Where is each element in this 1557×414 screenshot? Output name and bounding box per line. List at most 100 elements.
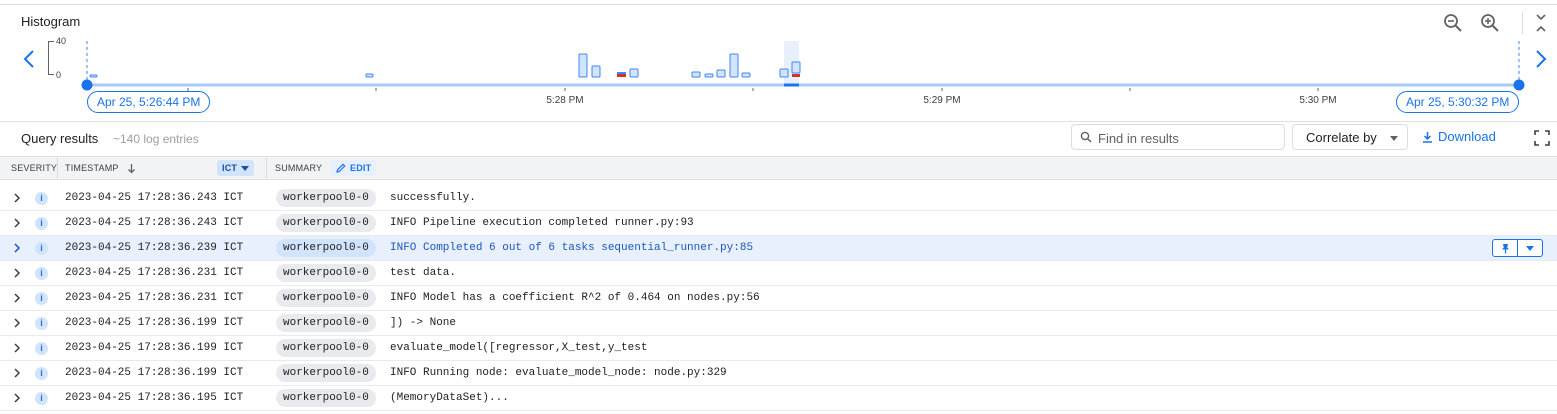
table-row[interactable]: i 2023-04-25 17:28:36.195 ICT workerpool… [0, 386, 1557, 411]
histogram-bar[interactable] [591, 65, 601, 78]
log-message: INFO Pipeline execution completed runner… [390, 217, 694, 229]
range-end-pill[interactable]: Apr 25, 5:30:32 PM [1396, 91, 1520, 113]
source-chip[interactable]: workerpool0-0 [276, 214, 376, 232]
table-row-selected[interactable]: i 2023-04-25 17:28:36.239 ICT workerpool… [0, 236, 1557, 261]
info-severity-icon: i [35, 342, 48, 355]
source-chip[interactable]: workerpool0-0 [276, 389, 376, 407]
fullscreen-icon[interactable] [1534, 130, 1550, 146]
chevron-right-icon[interactable] [11, 317, 23, 329]
severity-column-header[interactable]: SEVERITY [11, 157, 57, 179]
timestamp-cell: 2023-04-25 17:28:36.195 ICT [65, 392, 244, 404]
chevron-right-icon[interactable] [11, 217, 23, 229]
timestamp-column-header[interactable]: TIMESTAMP [65, 157, 136, 179]
entry-count: ~140 log entries [113, 132, 199, 146]
table-row[interactable]: i 2023-04-25 17:28:36.199 ICT workerpool… [0, 336, 1557, 361]
download-button[interactable]: Download [1422, 129, 1496, 144]
correlate-by-label: Correlate by [1306, 130, 1377, 145]
source-chip[interactable]: workerpool0-0 [276, 189, 376, 207]
caret-down-icon [241, 165, 250, 171]
timestamp-cell: 2023-04-25 17:28:36.243 ICT [65, 192, 244, 204]
histogram-bar[interactable] [629, 68, 639, 78]
axis-tick-label: 5:30 PM [1299, 95, 1337, 106]
table-row[interactable]: i 2023-04-25 17:28:36.231 ICT workerpool… [0, 261, 1557, 286]
log-message: INFO Model has a coefficient R^2 of 0.46… [390, 292, 760, 304]
chevron-right-icon[interactable] [11, 292, 23, 304]
source-chip[interactable]: workerpool0-0 [276, 314, 376, 332]
info-severity-icon: i [35, 192, 48, 205]
histogram-bar[interactable] [779, 68, 789, 78]
source-chip[interactable]: workerpool0-0 [276, 364, 376, 382]
range-start-pill[interactable]: Apr 25, 5:26:44 PM [87, 91, 211, 113]
edit-label: EDIT [350, 163, 372, 173]
histogram-bar[interactable] [704, 73, 714, 78]
histogram-bar[interactable] [791, 61, 801, 74]
chevron-right-icon[interactable] [11, 392, 23, 404]
download-icon [1423, 131, 1432, 143]
table-row[interactable]: i 2023-04-25 17:28:36.199 ICT workerpool… [0, 311, 1557, 336]
timestamp-cell: 2023-04-25 17:28:36.199 ICT [65, 317, 244, 329]
histogram-bar-error-segment [617, 74, 626, 77]
pencil-icon [336, 163, 346, 173]
source-chip[interactable]: workerpool0-0 [276, 289, 376, 307]
summary-column-header: SUMMARY [275, 163, 323, 173]
column-divider [57, 157, 58, 179]
timestamp-cell: 2023-04-25 17:28:36.239 ICT [65, 242, 244, 254]
log-message: (MemoryDataSet)... [390, 392, 509, 404]
log-entries-list: i 2023-04-25 17:28:36.243 ICT workerpool… [0, 180, 1557, 414]
log-message: evaluate_model([regressor,X_test,y_test [390, 342, 648, 354]
chevron-right-icon[interactable] [11, 242, 23, 254]
timestamp-header-label: TIMESTAMP [65, 163, 119, 173]
histogram-bar[interactable] [578, 53, 588, 78]
find-in-results-field[interactable] [1071, 124, 1285, 150]
chevron-right-icon[interactable] [11, 267, 23, 279]
table-row[interactable]: i 2023-04-25 17:28:36.243 ICT workerpool… [0, 211, 1557, 236]
row-actions [1492, 239, 1543, 257]
info-severity-icon: i [35, 317, 48, 330]
log-message: successfully. [390, 192, 476, 204]
table-row[interactable]: i 2023-04-25 17:28:36.199 ICT workerpool… [0, 361, 1557, 386]
download-label: Download [1438, 129, 1496, 144]
histogram-panel: Histogram 40 0 5:28 PM 5:29 PM 5:30 PM A… [0, 0, 1557, 122]
info-severity-icon: i [35, 292, 48, 305]
timezone-label: ICT [222, 163, 238, 173]
column-divider [266, 157, 267, 179]
histogram-bar-error-segment [792, 74, 800, 77]
row-menu-caret-icon[interactable] [1518, 240, 1542, 256]
source-chip[interactable]: workerpool0-0 [276, 339, 376, 357]
pin-icon[interactable] [1493, 240, 1519, 256]
query-results-title: Query results [21, 131, 99, 146]
log-message: INFO Completed 6 out of 6 tasks sequenti… [390, 242, 754, 254]
axis-tick-label: 5:29 PM [923, 95, 961, 106]
search-icon [1080, 131, 1092, 143]
histogram-bar[interactable] [89, 74, 98, 78]
edit-summary-button[interactable]: EDIT [331, 160, 377, 176]
find-in-results-input[interactable] [1096, 128, 1280, 148]
chevron-right-icon[interactable] [11, 342, 23, 354]
histogram-bar[interactable] [729, 53, 739, 78]
table-header: SEVERITY TIMESTAMP ICT SUMMARY EDIT [0, 156, 1557, 180]
histogram-bar[interactable] [741, 72, 751, 78]
range-start-handle[interactable] [81, 79, 93, 91]
log-message: INFO Running node: evaluate_model_node: … [390, 367, 727, 379]
table-row[interactable]: i 2023-04-25 17:28:36.231 ICT workerpool… [0, 286, 1557, 311]
range-end-handle[interactable] [1513, 79, 1525, 91]
source-chip[interactable]: workerpool0-0 [276, 264, 376, 282]
chevron-right-icon[interactable] [11, 367, 23, 379]
log-message: test data. [390, 267, 457, 279]
axis-tick-label: 5:28 PM [546, 95, 584, 106]
correlate-by-dropdown[interactable]: Correlate by [1292, 124, 1408, 150]
query-results-toolbar: Query results ~140 log entries Correlate… [0, 121, 1557, 155]
timestamp-cell: 2023-04-25 17:28:36.231 ICT [65, 292, 244, 304]
info-severity-icon: i [35, 217, 48, 230]
timestamp-cell: 2023-04-25 17:28:36.243 ICT [65, 217, 244, 229]
caret-down-icon [1390, 136, 1398, 141]
histogram-bar[interactable] [691, 71, 701, 78]
chevron-right-icon[interactable] [11, 192, 23, 204]
histogram-bar[interactable] [365, 73, 374, 78]
info-severity-icon: i [35, 392, 48, 405]
timezone-selector[interactable]: ICT [217, 160, 255, 176]
source-chip[interactable]: workerpool0-0 [276, 239, 376, 257]
histogram-bar[interactable] [716, 69, 726, 78]
sort-descending-icon[interactable] [127, 163, 136, 174]
table-row[interactable]: i 2023-04-25 17:28:36.243 ICT workerpool… [0, 186, 1557, 211]
